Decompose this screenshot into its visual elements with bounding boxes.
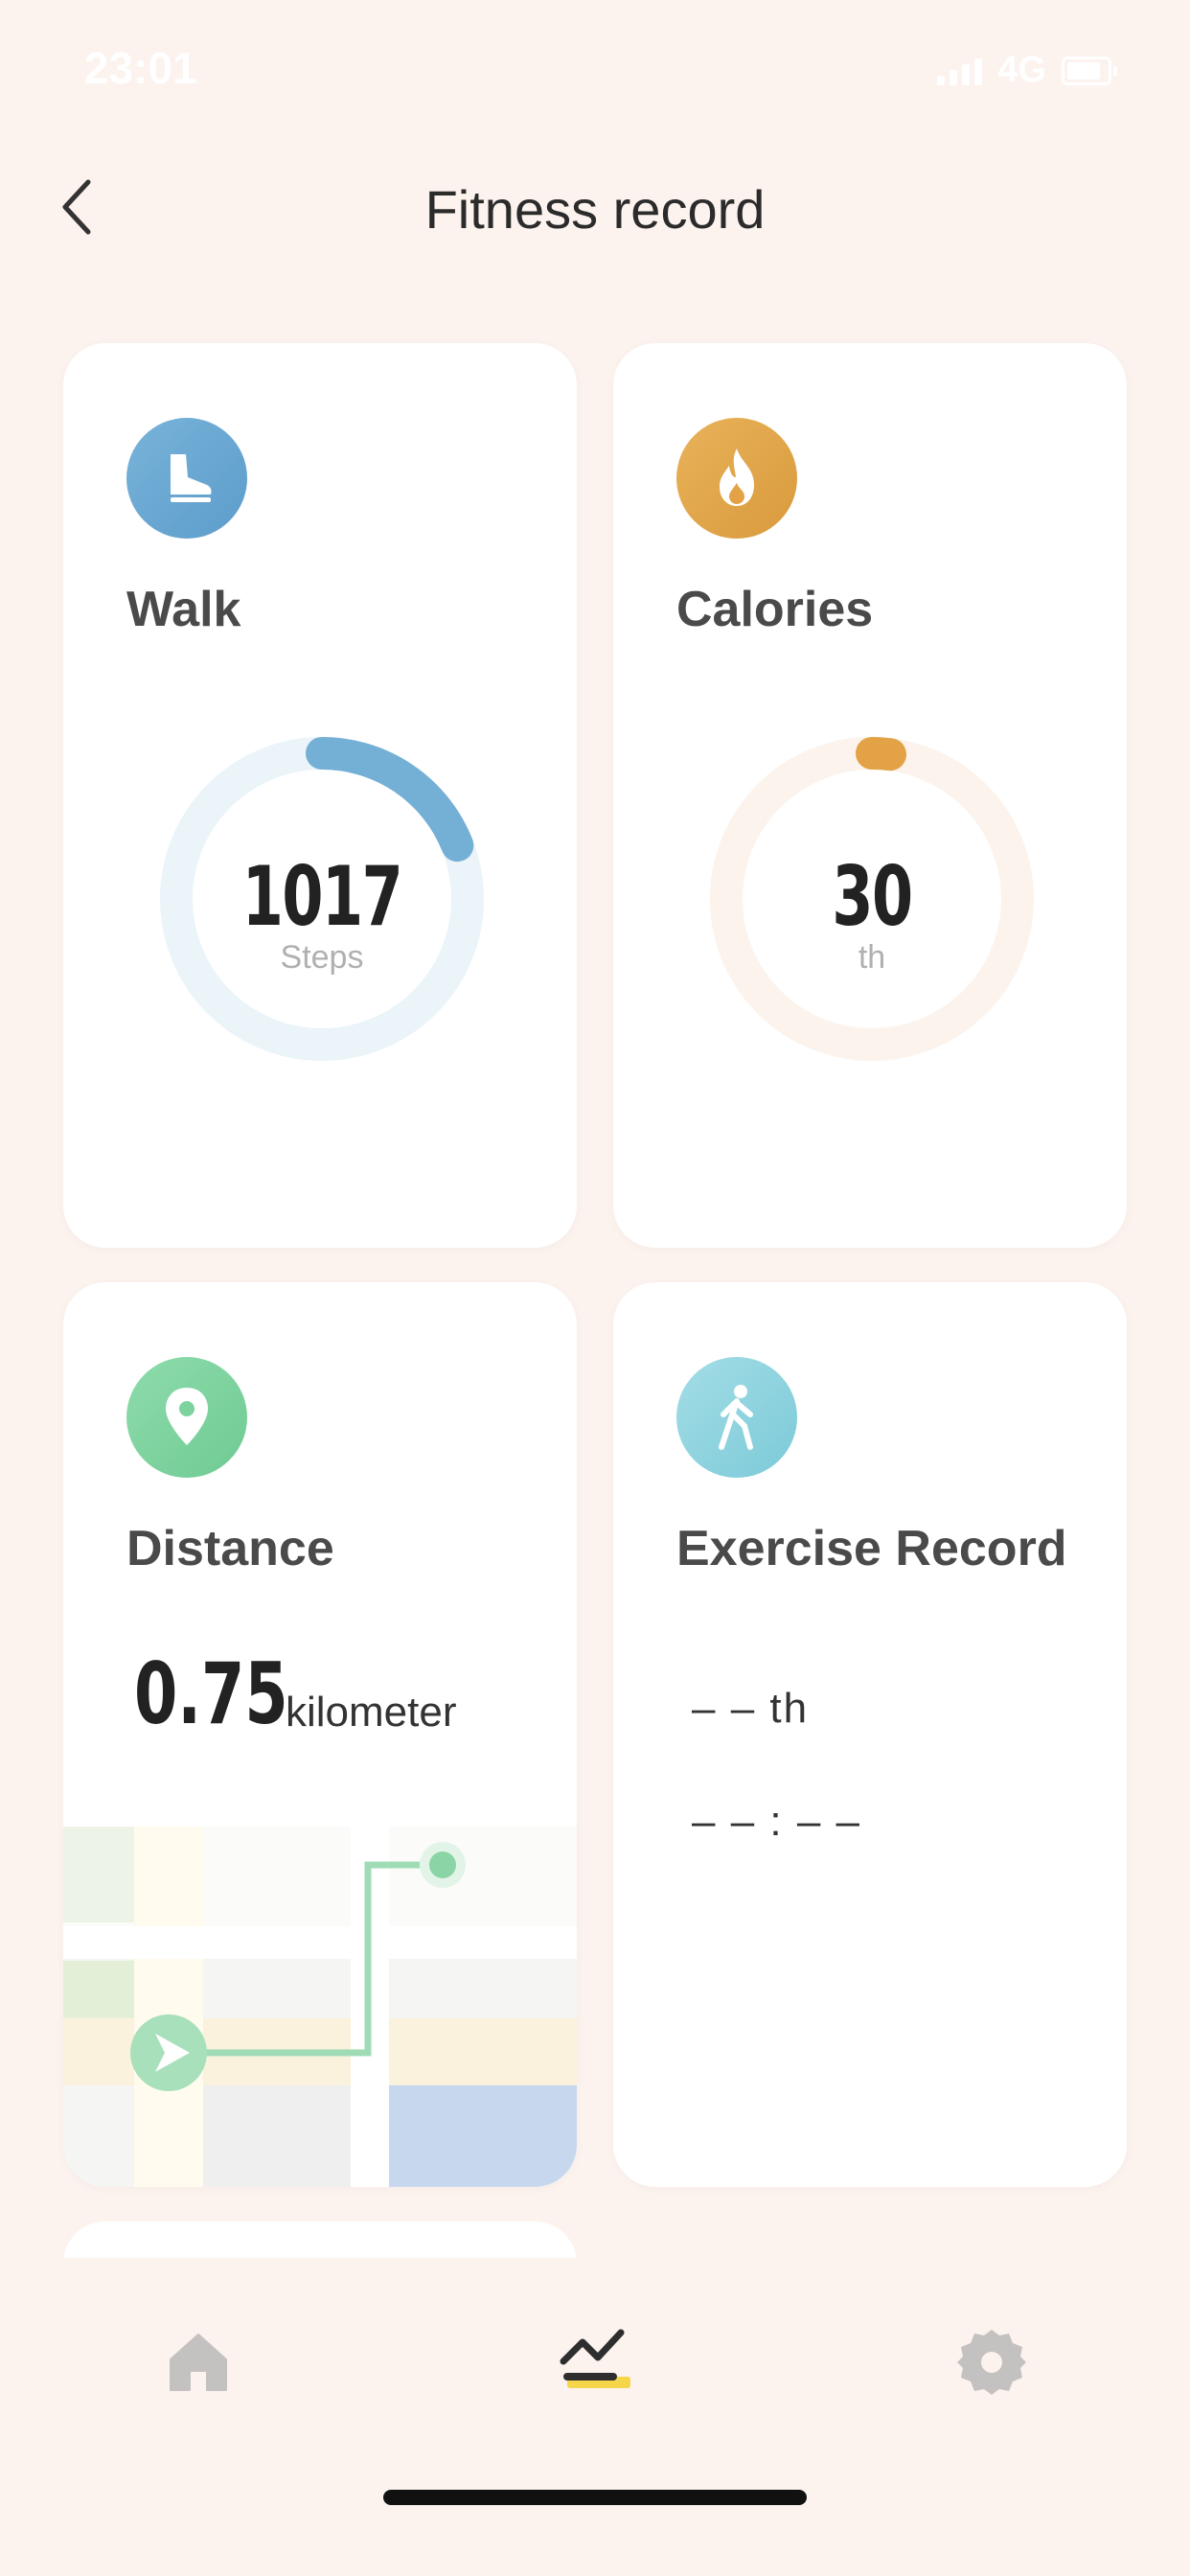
tab-bar [0, 2258, 1190, 2576]
walking-person-icon [676, 1357, 797, 1478]
distance-value: 0.75 [134, 1644, 288, 1743]
location-pin-icon [126, 1357, 247, 1478]
exercise-duration: – – : – – [692, 1798, 862, 1845]
status-time: 23:01 [84, 43, 197, 93]
calories-value: 30 [832, 849, 913, 945]
calories-card[interactable]: Calories 30 th [613, 343, 1127, 1248]
gear-icon [957, 2330, 1026, 2395]
distance-unit: kilometer [286, 1689, 457, 1736]
exercise-record-card[interactable]: Exercise Record – – th – – : – – [613, 1282, 1127, 2187]
exercise-title: Exercise Record [676, 1521, 1067, 1576]
exercise-count: – – th [692, 1685, 810, 1732]
tab-settings[interactable] [949, 2319, 1035, 2405]
walk-title: Walk [126, 582, 241, 637]
flame-icon [676, 418, 797, 539]
home-icon [170, 2334, 227, 2391]
steps-unit: Steps [280, 939, 364, 976]
page-title: Fitness record [424, 179, 766, 240]
tab-home[interactable] [155, 2319, 241, 2405]
status-bar: 23:01 4G [0, 0, 1190, 144]
calories-unit: th [858, 939, 886, 976]
walk-card[interactable]: Walk 1017 Steps [63, 343, 577, 1248]
chart-line-icon [560, 2329, 630, 2388]
steps-value: 1017 [241, 849, 403, 945]
tab-records[interactable] [554, 2319, 640, 2405]
network-type: 4G [997, 50, 1046, 90]
distance-card[interactable]: Distance 0.75 kilometer [63, 1282, 577, 2187]
status-indicators: 4G [937, 50, 1117, 91]
distance-title: Distance [126, 1521, 334, 1576]
battery-icon [1062, 56, 1117, 85]
home-indicator [383, 2490, 807, 2505]
calories-title: Calories [676, 582, 874, 637]
route-map [63, 1827, 577, 2187]
signal-icon [937, 57, 983, 85]
shoe-icon [126, 418, 247, 539]
